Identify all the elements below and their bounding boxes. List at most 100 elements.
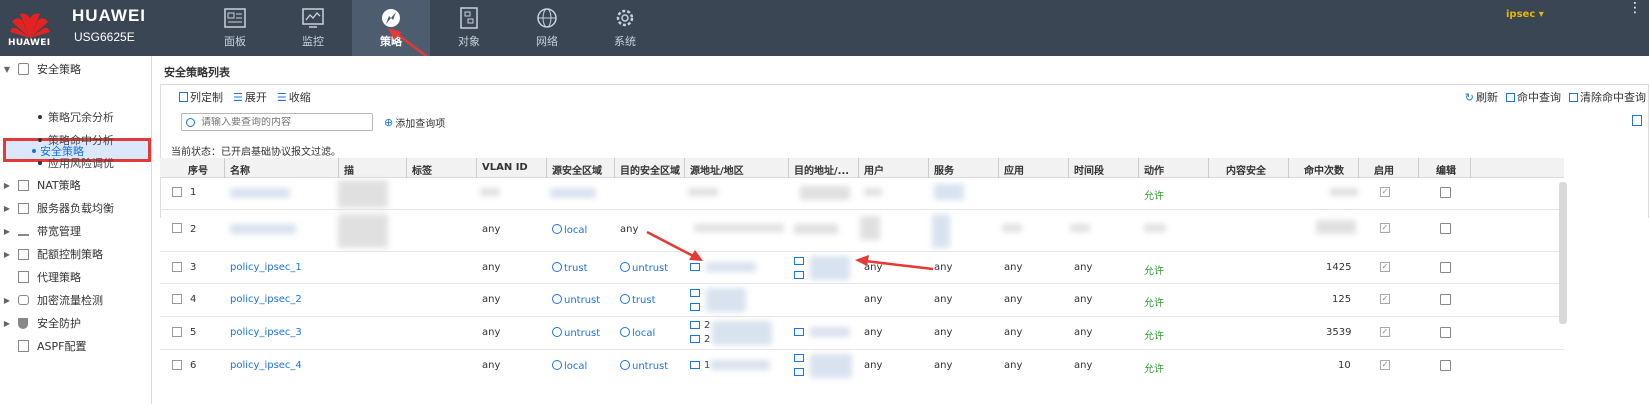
cell-dst-zone[interactable]: trust xyxy=(620,294,656,306)
edit-icon[interactable] xyxy=(1440,187,1451,198)
table-row[interactable]: 5 policy_ipsec_3 any untrust local 2 2 a… xyxy=(160,317,1564,350)
row-checkbox[interactable] xyxy=(172,187,182,197)
enable-checkbox[interactable]: ✓ xyxy=(1380,223,1390,233)
col-header[interactable]: 源地址/地区 xyxy=(690,162,744,177)
sidebar-item-encrypted-traffic[interactable]: ▶ 加密流量检测 xyxy=(0,289,150,311)
row-checkbox[interactable] xyxy=(172,360,182,370)
col-header[interactable]: 用户 xyxy=(864,162,884,177)
enable-checkbox[interactable]: ✓ xyxy=(1380,262,1390,272)
sidebar-item-app-risk[interactable]: 应用风险调优 xyxy=(0,152,150,174)
col-header[interactable]: 启用 xyxy=(1374,162,1394,177)
cell-name[interactable]: policy_ipsec_4 xyxy=(230,360,302,371)
col-header[interactable]: 标签 xyxy=(412,162,432,177)
redacted-user xyxy=(860,216,880,240)
cell-src-zone[interactable]: untrust xyxy=(552,327,600,339)
edit-icon[interactable] xyxy=(1440,360,1451,371)
collapse-button[interactable]: ☰ 收缩 xyxy=(277,89,311,105)
edit-icon[interactable] xyxy=(1440,223,1451,234)
cell-dst-addr[interactable] xyxy=(794,353,808,364)
col-header[interactable]: VLAN ID xyxy=(482,162,528,173)
refresh-label: 刷新 xyxy=(1476,91,1498,104)
sidebar-item-security-policy-group[interactable]: ▼ 安全策略 xyxy=(0,58,150,80)
cell-dst-addr[interactable] xyxy=(794,256,808,267)
nav-network[interactable]: 网络 xyxy=(508,0,586,56)
user-menu[interactable]: ipsec ▾ xyxy=(1506,9,1544,20)
cell-src-addr[interactable]: 1 xyxy=(690,360,710,371)
cell-dst-addr[interactable] xyxy=(794,327,808,338)
col-header[interactable]: 源安全区域 xyxy=(552,162,602,177)
row-checkbox[interactable] xyxy=(172,327,182,337)
customize-columns-button[interactable]: 列定制 xyxy=(179,89,223,105)
cell-dst-addr[interactable] xyxy=(794,270,808,281)
col-header[interactable]: 动作 xyxy=(1144,162,1164,177)
nav-monitor[interactable]: 监控 xyxy=(274,0,352,56)
clear-hit-button[interactable]: 清除命中查询 xyxy=(1569,89,1646,105)
row-checkbox[interactable] xyxy=(172,223,182,233)
sidebar-label: 代理策略 xyxy=(37,271,81,284)
cell-dst-zone[interactable]: untrust xyxy=(620,262,668,274)
table-row[interactable]: 2 any local any ✓ xyxy=(160,210,1564,252)
zone-icon xyxy=(620,360,630,370)
sidebar-item-protection[interactable]: ▶ 安全防护 xyxy=(0,312,150,334)
nav-system[interactable]: 系统 xyxy=(586,0,664,56)
cell-src-zone[interactable]: local xyxy=(552,360,587,372)
cell-src-zone[interactable]: trust xyxy=(552,262,588,274)
sidebar-item-hit-analysis[interactable]: 策略命中分析 xyxy=(0,129,150,151)
cell-src-addr[interactable] xyxy=(690,262,704,273)
enable-checkbox[interactable]: ✓ xyxy=(1380,327,1390,337)
col-header[interactable]: 名称 xyxy=(230,162,250,177)
table-row[interactable]: 1 允许 ✓ xyxy=(160,178,1564,210)
redacted-name xyxy=(230,224,296,234)
edit-icon[interactable] xyxy=(1440,327,1451,338)
col-header[interactable]: 命中次数 xyxy=(1304,162,1344,177)
cell-dst-zone[interactable]: untrust xyxy=(620,360,668,372)
row-checkbox[interactable] xyxy=(172,294,182,304)
sidebar-item-bandwidth[interactable]: ▶ 带宽管理 xyxy=(0,220,150,242)
sidebar-item-proxy[interactable]: 代理策略 xyxy=(0,266,150,288)
cell-dst-addr[interactable] xyxy=(794,367,808,378)
sidebar-item-slb[interactable]: ▶ 服务器负载均衡 xyxy=(0,197,150,219)
vertical-scrollbar[interactable] xyxy=(1559,182,1567,324)
cell-name[interactable]: policy_ipsec_2 xyxy=(230,294,302,305)
row-checkbox[interactable] xyxy=(172,262,182,272)
search-input[interactable] xyxy=(201,116,371,128)
cell-src-zone[interactable]: untrust xyxy=(552,294,600,306)
col-header[interactable]: 内容安全 xyxy=(1226,162,1266,177)
refresh-button[interactable]: ↻ 刷新 xyxy=(1465,89,1498,105)
col-header[interactable]: 目的安全区域 xyxy=(620,162,680,177)
add-query-button[interactable]: ⊕ 添加查询项 xyxy=(384,115,445,130)
cell-name[interactable]: policy_ipsec_1 xyxy=(230,262,302,273)
col-header[interactable]: 目的地址/... xyxy=(794,162,849,177)
sidebar-item-quota[interactable]: ▶ 配额控制策略 xyxy=(0,243,150,265)
sidebar-item-aspf[interactable]: ASPF配置 xyxy=(0,335,150,357)
col-header[interactable]: 序号 xyxy=(188,162,208,177)
cell-src-addr[interactable]: 2 xyxy=(690,334,710,345)
enable-checkbox[interactable]: ✓ xyxy=(1380,187,1390,197)
sidebar-item-nat[interactable]: ▶ NAT策略 xyxy=(0,174,150,196)
col-header[interactable]: 编辑 xyxy=(1436,162,1456,177)
cell-src-addr[interactable] xyxy=(690,288,704,299)
search-box[interactable] xyxy=(181,113,373,131)
hit-query-button[interactable]: 命中查询 xyxy=(1506,89,1561,105)
nav-dashboard[interactable]: 面板 xyxy=(196,0,274,56)
col-header[interactable]: 服务 xyxy=(934,162,954,177)
edit-icon[interactable] xyxy=(1440,262,1451,273)
more-menu-icon[interactable]: ⋮ xyxy=(1628,0,1643,16)
cell-src-zone[interactable]: local xyxy=(552,224,587,236)
col-header[interactable]: 描 xyxy=(344,162,354,177)
enable-checkbox[interactable]: ✓ xyxy=(1380,360,1390,370)
cell-name[interactable]: policy_ipsec_3 xyxy=(230,327,302,338)
filter-clear-icon[interactable] xyxy=(1632,115,1642,126)
enable-checkbox[interactable]: ✓ xyxy=(1380,294,1390,304)
expand-button[interactable]: ☰ 展开 xyxy=(233,89,267,105)
cell-src-addr[interactable] xyxy=(690,302,704,313)
cell-src-addr[interactable]: 2 xyxy=(690,320,710,331)
edit-icon[interactable] xyxy=(1440,294,1451,305)
col-header[interactable]: 应用 xyxy=(1004,162,1024,177)
col-header[interactable]: 时间段 xyxy=(1074,162,1104,177)
table-row[interactable]: 4 policy_ipsec_2 any untrust trust any a… xyxy=(160,284,1564,317)
table-row[interactable]: 6 policy_ipsec_4 any local untrust 1 any… xyxy=(160,350,1564,382)
cell-dst-zone[interactable]: local xyxy=(620,327,655,339)
col-divider xyxy=(1208,158,1209,178)
sidebar-item-redundancy[interactable]: 策略冗余分析 xyxy=(0,106,150,128)
